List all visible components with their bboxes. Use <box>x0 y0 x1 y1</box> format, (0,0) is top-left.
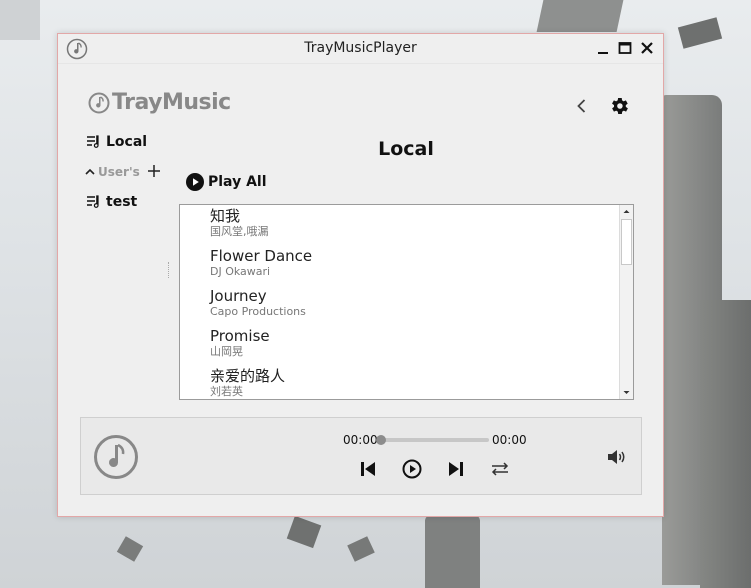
music-note-icon <box>88 92 110 113</box>
progress-slider[interactable] <box>376 435 489 445</box>
add-playlist-button[interactable] <box>146 163 162 179</box>
song-artist: DJ Okawari <box>210 265 271 278</box>
section-label: User's <box>98 165 140 179</box>
song-title: Promise <box>210 327 270 345</box>
desktop-background-rock <box>677 17 723 49</box>
desktop-background-rock <box>425 515 480 588</box>
song-artist: Capo Productions <box>210 305 306 318</box>
desktop-background <box>0 0 40 40</box>
song-artist: 刘若英 <box>210 385 243 398</box>
window-title: TrayMusicPlayer <box>304 40 417 56</box>
app-logo: TrayMusic <box>88 90 231 115</box>
play-circle-icon <box>186 173 204 191</box>
song-list[interactable]: 知我 国风堂,哦漏 Flower Dance DJ Okawari Journe… <box>179 204 634 400</box>
scroll-down-arrow[interactable] <box>620 386 633 399</box>
previous-button[interactable] <box>357 458 379 480</box>
desktop-background-rock <box>116 536 144 562</box>
song-title: 知我 <box>210 207 241 225</box>
back-button[interactable] <box>572 96 592 116</box>
desktop-background-rock <box>700 300 751 588</box>
current-time: 00:00 <box>343 433 378 447</box>
sidebar-item-label: Local <box>106 134 148 150</box>
chevron-up-icon <box>85 168 95 175</box>
desktop-background-rock <box>536 0 624 32</box>
settings-button[interactable] <box>608 95 630 117</box>
desktop-background-rock <box>347 536 375 562</box>
song-artist: 山岡晃 <box>210 345 243 358</box>
list-item[interactable]: Flower Dance DJ Okawari <box>210 247 312 278</box>
scroll-up-arrow[interactable] <box>620 205 633 218</box>
sidebar-item-local[interactable]: Local <box>86 134 147 150</box>
vertical-scrollbar[interactable] <box>619 205 633 399</box>
playlist-icon <box>87 135 99 148</box>
list-item[interactable]: 亲爱的路人 刘若英 <box>210 367 285 398</box>
scroll-thumb[interactable] <box>621 219 632 265</box>
list-item[interactable]: Journey Capo Productions <box>210 287 306 318</box>
app-window: TrayMusicPlayer TrayMusic Local User's t… <box>57 33 664 517</box>
maximize-button[interactable] <box>617 40 633 56</box>
minimize-button[interactable] <box>595 40 611 56</box>
logo-text: TrayMusic <box>112 90 231 115</box>
title-bar[interactable]: TrayMusicPlayer <box>58 34 663 64</box>
next-button[interactable] <box>445 458 467 480</box>
playlist-icon <box>87 195 99 208</box>
play-button[interactable] <box>401 458 423 480</box>
repeat-mode-button[interactable] <box>489 458 511 480</box>
sidebar-item-label: test <box>106 194 138 210</box>
song-title: Journey <box>210 287 267 305</box>
song-title: Flower Dance <box>210 247 313 265</box>
playlist-section-toggle[interactable]: User's <box>84 165 140 179</box>
splitter-handle[interactable] <box>168 262 170 278</box>
play-all-label: Play All <box>208 174 267 190</box>
list-item[interactable]: 知我 国风堂,哦漏 <box>210 207 269 238</box>
desktop-background-rock <box>286 515 322 549</box>
song-artist: 国风堂,哦漏 <box>210 225 269 238</box>
album-cover-placeholder-icon <box>94 435 138 479</box>
play-all-button[interactable]: Play All <box>186 173 267 191</box>
progress-handle[interactable] <box>376 435 386 445</box>
song-title: 亲爱的路人 <box>210 367 286 385</box>
player-bar: 00:00 00:00 <box>80 417 642 495</box>
close-button[interactable] <box>639 40 655 56</box>
total-time: 00:00 <box>492 433 527 447</box>
page-title: Local <box>378 138 434 160</box>
sidebar-item-playlist[interactable]: test <box>86 194 137 210</box>
list-item[interactable]: Promise 山岡晃 <box>210 327 270 358</box>
volume-button[interactable] <box>605 446 627 468</box>
